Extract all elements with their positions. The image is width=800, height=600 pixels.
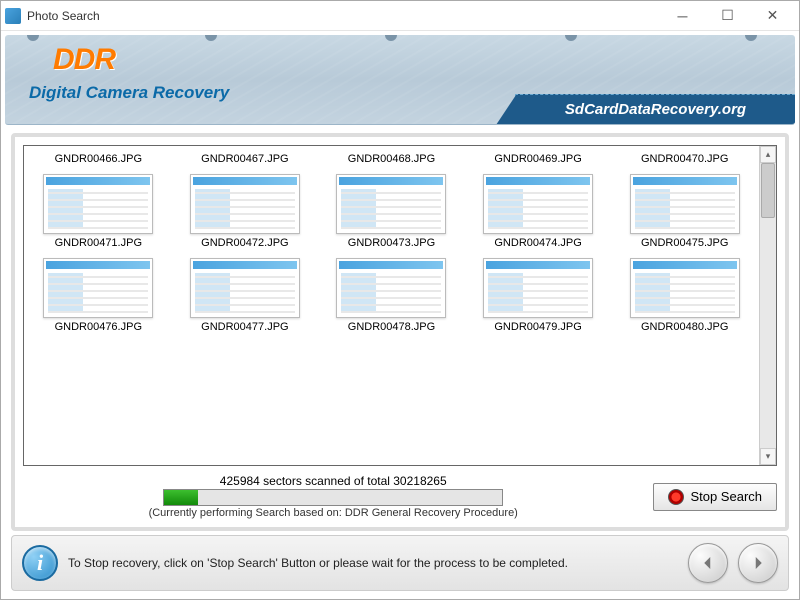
thumbnail-item[interactable]: GNDR00470.JPG	[612, 148, 757, 170]
filename: GNDR00470.JPG	[641, 153, 728, 165]
thumbnail-image	[43, 258, 153, 318]
filename: GNDR00477.JPG	[201, 321, 288, 333]
decoration	[745, 35, 757, 41]
scrollbar[interactable]: ▴ ▾	[759, 146, 776, 465]
scroll-thumb[interactable]	[761, 163, 775, 218]
decoration	[205, 35, 217, 41]
progress-row: 425984 sectors scanned of total 30218265…	[23, 474, 777, 519]
thumbnail-panel: GNDR00466.JPG GNDR00467.JPG GNDR00468.JPG G…	[23, 145, 777, 466]
thumbnail-item[interactable]: GNDR00468.JPG	[319, 148, 464, 170]
decoration	[565, 35, 577, 41]
logo: DDR	[53, 43, 115, 77]
thumbnail-item[interactable]: GNDR00476.JPG	[26, 256, 171, 338]
thumbnail-item[interactable]: GNDR00473.JPG	[319, 172, 464, 254]
next-button[interactable]	[738, 543, 778, 583]
decoration	[27, 35, 39, 41]
thumbnail-item[interactable]: GNDR00480.JPG	[612, 256, 757, 338]
thumbnail-item[interactable]: GNDR00475.JPG	[612, 172, 757, 254]
filename: GNDR00471.JPG	[55, 237, 142, 249]
filename: GNDR00469.JPG	[494, 153, 581, 165]
thumbnail-image	[630, 174, 740, 234]
footer: i To Stop recovery, click on 'Stop Searc…	[11, 535, 789, 591]
thumbnail-item[interactable]: GNDR00472.JPG	[173, 172, 318, 254]
logo-subtitle: Digital Camera Recovery	[29, 83, 229, 103]
progress-status: 425984 sectors scanned of total 30218265	[220, 474, 447, 488]
filename: GNDR00468.JPG	[348, 153, 435, 165]
thumbnail-item[interactable]: GNDR00478.JPG	[319, 256, 464, 338]
thumbnail-image	[630, 258, 740, 318]
filename: GNDR00466.JPG	[55, 153, 142, 165]
thumbnail-image	[336, 174, 446, 234]
thumbnail-item[interactable]: GNDR00477.JPG	[173, 256, 318, 338]
thumbnail-item[interactable]: GNDR00479.JPG	[466, 256, 611, 338]
thumbnail-image	[43, 174, 153, 234]
thumbnail-item[interactable]: GNDR00471.JPG	[26, 172, 171, 254]
stop-search-button[interactable]: Stop Search	[653, 483, 777, 511]
scroll-down-button[interactable]: ▾	[760, 448, 776, 465]
filename: GNDR00467.JPG	[201, 153, 288, 165]
footer-hint: To Stop recovery, click on 'Stop Search'…	[68, 556, 678, 570]
decoration	[385, 35, 397, 41]
thumbnail-item[interactable]: GNDR00466.JPG	[26, 148, 171, 170]
thumbnail-image	[190, 174, 300, 234]
minimize-button[interactable]: ─	[660, 2, 705, 30]
filename: GNDR00472.JPG	[201, 237, 288, 249]
content-area: GNDR00466.JPG GNDR00467.JPG GNDR00468.JPG G…	[11, 133, 789, 531]
app-window: Photo Search ─ ☐ ✕ DDR Digital Camera Re…	[0, 0, 800, 600]
scroll-track[interactable]	[760, 163, 776, 448]
stop-label: Stop Search	[690, 489, 762, 504]
thumbnail-item[interactable]: GNDR00474.JPG	[466, 172, 611, 254]
filename: GNDR00473.JPG	[348, 237, 435, 249]
info-icon: i	[22, 545, 58, 581]
filename: GNDR00479.JPG	[494, 321, 581, 333]
stop-icon	[668, 489, 684, 505]
banner: DDR Digital Camera Recovery SdCardDataRe…	[5, 35, 795, 125]
thumbnail-item[interactable]: GNDR00467.JPG	[173, 148, 318, 170]
filename: GNDR00480.JPG	[641, 321, 728, 333]
titlebar: Photo Search ─ ☐ ✕	[1, 1, 799, 31]
progress-bar	[163, 489, 503, 506]
close-button[interactable]: ✕	[750, 2, 795, 30]
progress-subtext: (Currently performing Search based on: D…	[149, 507, 518, 519]
filename: GNDR00475.JPG	[641, 237, 728, 249]
filename: GNDR00478.JPG	[348, 321, 435, 333]
scroll-up-button[interactable]: ▴	[760, 146, 776, 163]
back-button[interactable]	[688, 543, 728, 583]
thumbnail-image	[190, 258, 300, 318]
thumbnail-item[interactable]: GNDR00469.JPG	[466, 148, 611, 170]
thumbnail-grid: GNDR00466.JPG GNDR00467.JPG GNDR00468.JPG G…	[24, 146, 759, 465]
filename: GNDR00476.JPG	[55, 321, 142, 333]
thumbnail-image	[483, 258, 593, 318]
window-title: Photo Search	[27, 9, 660, 23]
progress-info: 425984 sectors scanned of total 30218265…	[23, 474, 643, 519]
thumbnail-image	[336, 258, 446, 318]
filename: GNDR00474.JPG	[494, 237, 581, 249]
progress-fill	[164, 490, 198, 505]
maximize-button[interactable]: ☐	[705, 2, 750, 30]
site-badge: SdCardDataRecovery.org	[515, 94, 795, 124]
app-icon	[5, 8, 21, 24]
thumbnail-image	[483, 174, 593, 234]
